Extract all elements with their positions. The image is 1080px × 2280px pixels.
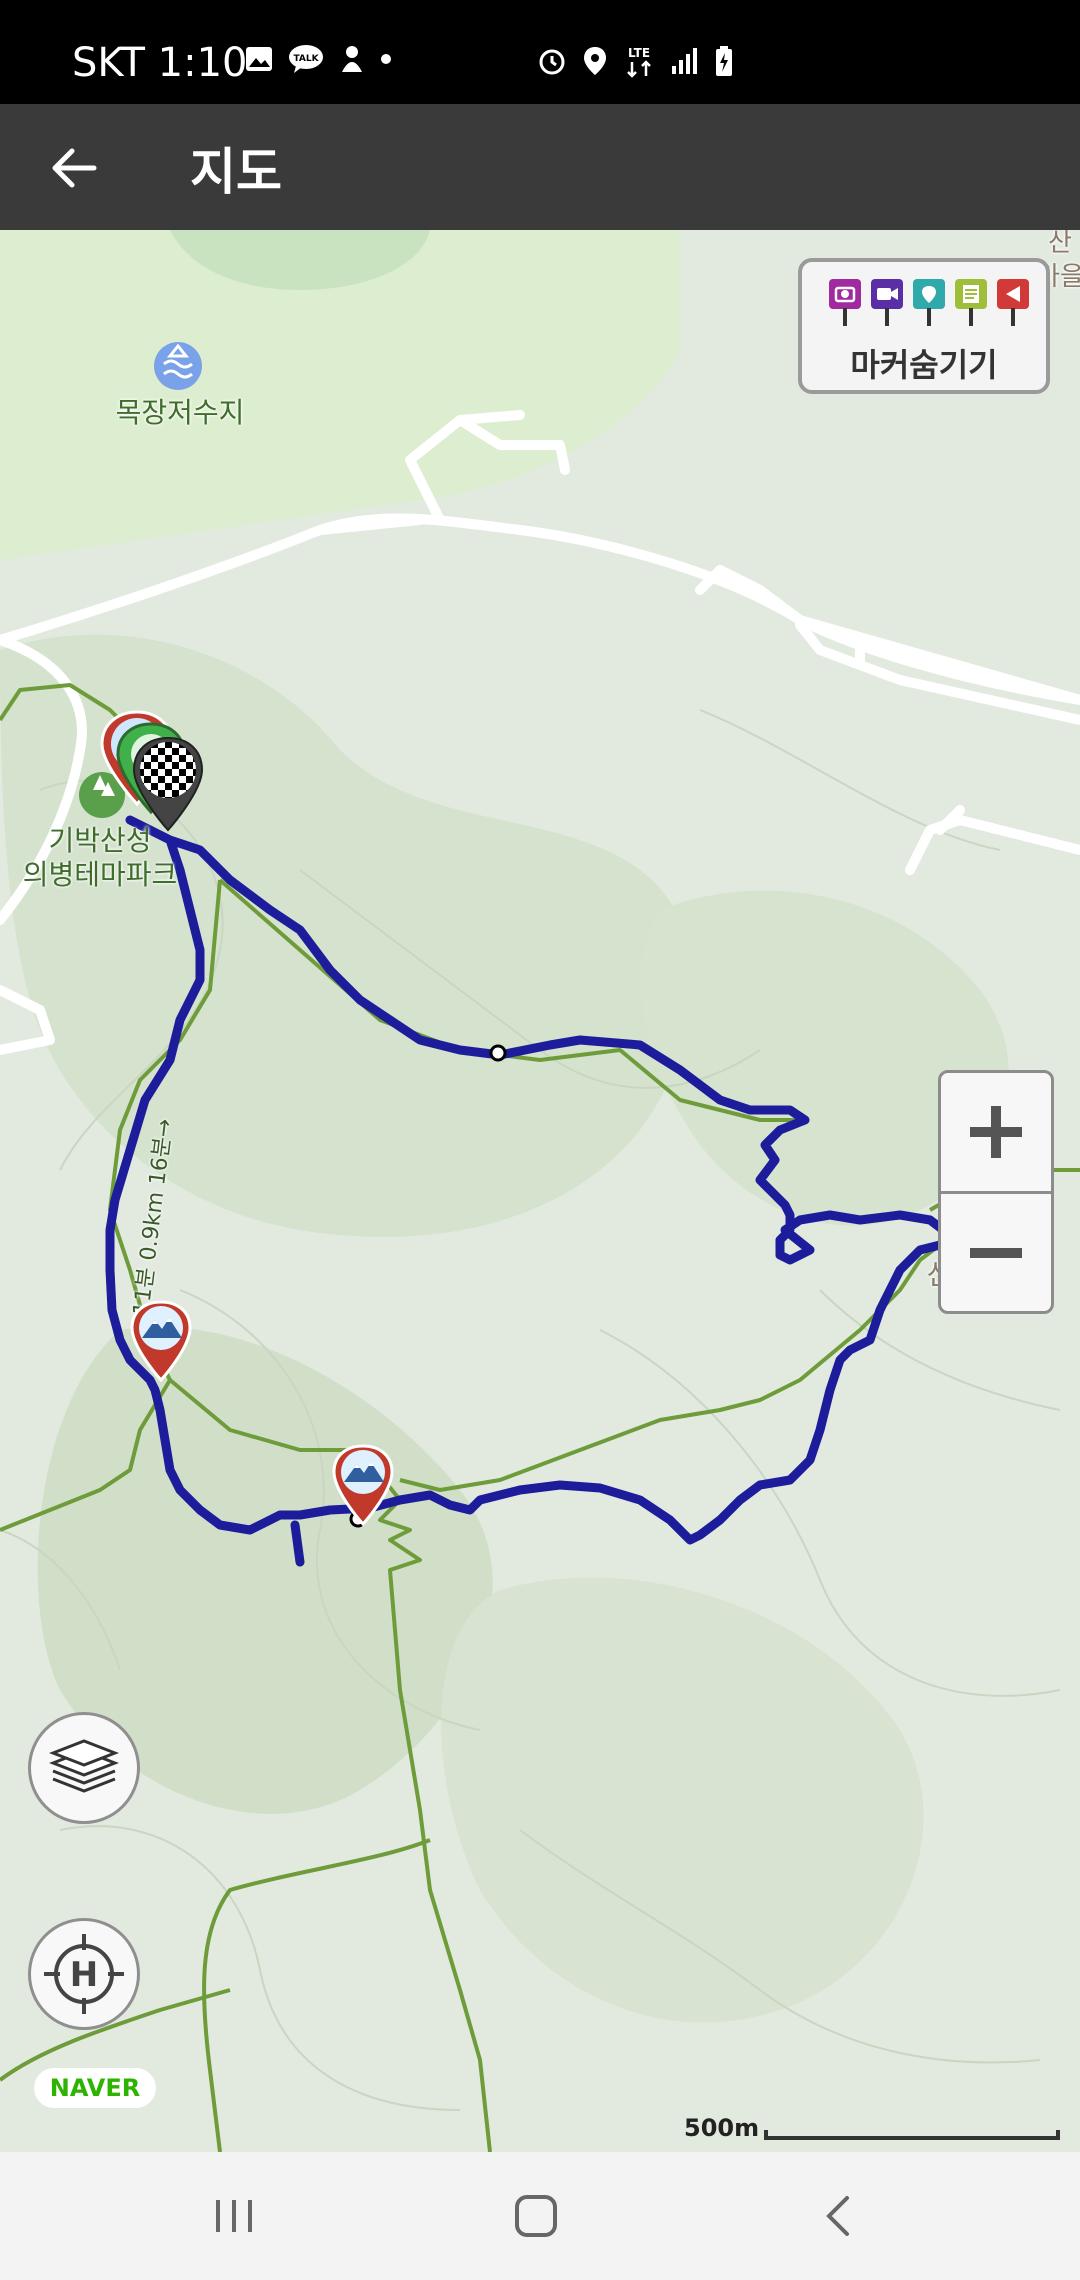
talk-icon: TALK — [289, 45, 323, 73]
note-marker-icon — [955, 279, 987, 326]
status-bar: SKT 1:10 TALK LTE — [0, 0, 1080, 104]
crosshair-home-icon: H — [44, 1934, 124, 2014]
location-marker-icon — [913, 279, 945, 326]
location-icon — [584, 47, 606, 75]
video-marker-icon — [871, 279, 903, 326]
home-icon — [515, 2195, 557, 2237]
back-button[interactable] — [38, 132, 110, 204]
place-label-reservoir: 목장저수지 — [115, 396, 245, 429]
back-arrow-icon — [52, 148, 97, 188]
summit-marker-icon[interactable] — [330, 1442, 396, 1528]
app-bar: 지도 — [0, 104, 1080, 230]
back-chevron-icon — [826, 2196, 849, 2236]
scale-bar — [764, 2130, 1060, 2140]
svg-text:H: H — [70, 1955, 98, 1995]
place-label-park: 기박산성 의병테마파크 — [22, 824, 178, 891]
page-title: 지도 — [190, 143, 282, 201]
map-layers-button[interactable] — [28, 1712, 140, 1824]
naver-logo: NAVER — [34, 2068, 156, 2108]
carrier-time: SKT 1:10 — [72, 40, 248, 86]
zoom-controls — [938, 1070, 1054, 1314]
svg-text:TALK: TALK — [293, 54, 319, 64]
system-icons: LTE — [536, 44, 734, 78]
notification-icons: TALK — [244, 44, 392, 74]
recent-apps-button[interactable] — [164, 2152, 304, 2280]
svg-text:LTE: LTE — [628, 46, 650, 60]
zoom-in-button[interactable] — [941, 1073, 1051, 1191]
flag-marker-icon — [997, 279, 1029, 326]
system-nav-bar — [0, 2152, 1080, 2280]
my-location-button[interactable]: H — [28, 1918, 140, 2030]
app-notification-icon — [342, 46, 362, 72]
finish-flag-marker-icon[interactable] — [130, 734, 206, 834]
battery-charging-icon — [716, 46, 732, 76]
marker-type-icons — [828, 278, 1030, 328]
signal-icon — [672, 48, 697, 74]
alarm-icon — [539, 49, 565, 75]
more-notifications-icon — [381, 54, 391, 64]
zoom-out-button[interactable] — [941, 1194, 1051, 1312]
recent-apps-icon — [216, 2200, 252, 2232]
minus-icon — [970, 1248, 1022, 1258]
marker-hide-button[interactable]: 마커숨기기 — [798, 258, 1050, 394]
map-view[interactable]: 卍 목장저수지 기박산성 의병테마파크 신흥사 산 마을 ←11분 0.9km … — [0, 230, 1080, 2152]
marker-hide-label: 마커숨기기 — [850, 346, 998, 384]
plus-icon — [970, 1106, 1022, 1158]
summit-marker-icon[interactable] — [128, 1298, 194, 1384]
layers-icon — [49, 1739, 119, 1793]
gallery-icon — [246, 47, 272, 71]
back-nav-button[interactable] — [768, 2152, 908, 2280]
lte-icon: LTE — [627, 46, 651, 78]
scale-label: 500m — [684, 2114, 760, 2142]
home-button[interactable] — [466, 2152, 606, 2280]
photo-marker-icon — [829, 279, 861, 326]
